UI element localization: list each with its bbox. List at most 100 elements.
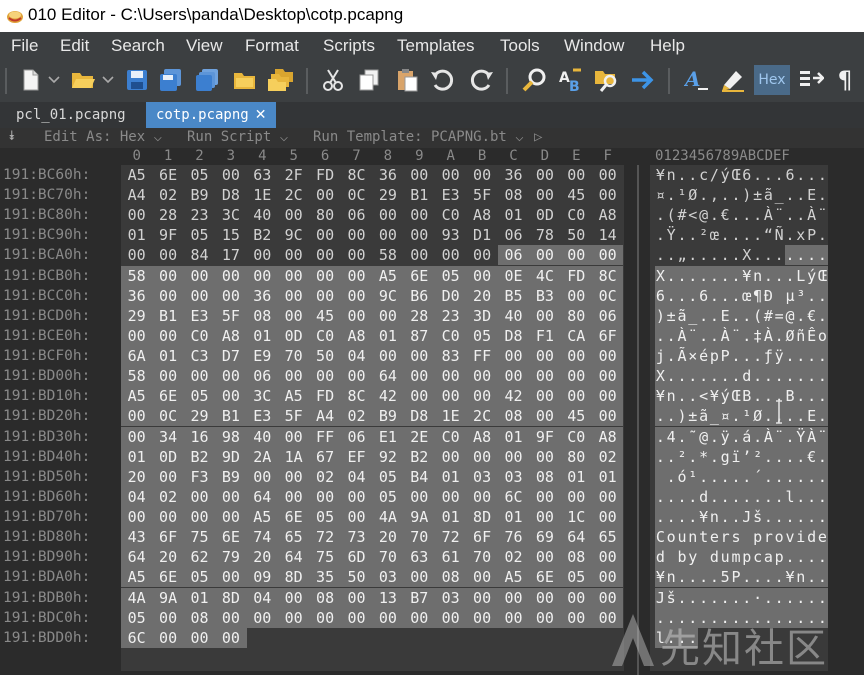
hex-byte[interactable]: 00 — [560, 245, 592, 266]
ascii-char[interactable]: . — [763, 265, 774, 286]
ascii-char[interactable]: . — [687, 386, 699, 407]
hex-editor[interactable]: 0123456789ABCDEF 0123456789ABCDEF 191:BC… — [0, 148, 864, 675]
hex-byte[interactable]: 01 — [121, 446, 153, 467]
hex-byte[interactable]: 00 — [121, 426, 153, 447]
hex-byte[interactable]: 3D — [466, 305, 498, 326]
hex-byte[interactable]: 40 — [246, 426, 278, 447]
ascii-char[interactable]: . — [752, 366, 763, 387]
hex-byte[interactable]: 08 — [309, 587, 341, 608]
ascii-char[interactable] — [655, 466, 666, 487]
hex-byte[interactable]: 00 — [309, 225, 340, 245]
ascii-char[interactable] — [741, 527, 753, 548]
ascii-char[interactable]: À — [676, 325, 688, 346]
ascii-char[interactable]: . — [698, 466, 709, 487]
hex-byte[interactable]: 00 — [152, 245, 183, 265]
hex-byte[interactable]: 6F — [152, 527, 184, 548]
hex-byte[interactable]: 00 — [278, 587, 310, 608]
save-icon[interactable] — [122, 65, 152, 95]
hex-byte[interactable]: B5 — [497, 285, 530, 306]
hex-byte[interactable]: A4 — [309, 406, 341, 427]
ascii-char[interactable]: . — [773, 486, 785, 507]
ascii-char[interactable]: . — [817, 225, 828, 245]
hex-byte[interactable]: 00 — [340, 366, 373, 387]
hex-byte[interactable]: 05 — [184, 165, 215, 185]
ascii-char[interactable]: “ — [763, 225, 774, 245]
highlight-icon[interactable] — [718, 65, 748, 95]
ascii-char[interactable]: / — [709, 165, 720, 185]
ascii-char[interactable]: . — [665, 366, 677, 387]
ascii-char[interactable]: . — [817, 567, 828, 588]
ascii-char[interactable]: . — [763, 406, 774, 427]
hex-byte[interactable]: 08 — [435, 567, 467, 588]
hex-byte[interactable]: 00 — [152, 325, 184, 346]
ascii-char[interactable]: . — [665, 486, 677, 507]
hex-byte[interactable]: 00 — [592, 366, 624, 387]
hex-byte[interactable]: 00 — [529, 185, 560, 205]
hex-byte[interactable]: 2E — [403, 426, 435, 447]
ascii-char[interactable]: . — [665, 507, 677, 528]
ascii-char[interactable]: . — [687, 507, 699, 528]
hex-byte[interactable]: C0 — [435, 205, 466, 225]
hex-byte[interactable]: 01 — [121, 225, 152, 245]
ascii-char[interactable]: . — [730, 587, 742, 608]
hex-byte[interactable]: FD — [560, 265, 592, 286]
menu-scripts[interactable]: Scripts — [323, 36, 375, 56]
hex-mode-button[interactable]: Hex — [754, 65, 790, 95]
hex-byte[interactable]: 00 — [247, 245, 278, 265]
ascii-char[interactable]: . — [677, 225, 688, 245]
hex-byte[interactable]: 01 — [497, 426, 530, 447]
hex-byte[interactable]: 00 — [497, 446, 530, 467]
hex-byte[interactable]: 00 — [529, 486, 561, 507]
hex-byte[interactable]: 00 — [529, 406, 561, 427]
ascii-char[interactable]: œ — [741, 285, 753, 306]
hex-byte[interactable]: B1 — [152, 305, 184, 326]
hex-byte[interactable]: 00 — [529, 346, 561, 367]
menu-format[interactable]: Format — [245, 36, 299, 56]
ascii-char[interactable]: . — [817, 587, 828, 608]
ascii-char[interactable]: P — [730, 567, 742, 588]
ascii-char[interactable]: ÿ — [719, 426, 731, 447]
hex-byte[interactable]: 05 — [372, 466, 404, 487]
ascii-char[interactable]: Ø — [784, 325, 796, 346]
hex-byte[interactable]: 00 — [309, 285, 341, 306]
hex-byte[interactable]: 00 — [560, 486, 592, 507]
hex-byte[interactable]: 15 — [215, 225, 246, 245]
ascii-char[interactable]: ) — [676, 406, 688, 427]
hex-byte[interactable]: 00 — [215, 386, 247, 407]
hex-byte[interactable]: 01 — [592, 466, 624, 487]
ascii-char[interactable]: . — [763, 567, 774, 588]
ascii-char[interactable]: . — [698, 567, 709, 588]
ascii-char[interactable]: . — [730, 406, 742, 427]
ascii-char[interactable]: . — [687, 285, 699, 306]
ascii-char[interactable]: . — [806, 346, 817, 367]
ascii-char[interactable]: . — [709, 245, 720, 265]
pilcrow-icon[interactable]: ¶ — [830, 65, 860, 95]
hex-byte[interactable]: 64 — [246, 486, 278, 507]
hex-byte[interactable]: 01 — [246, 325, 278, 346]
hex-byte[interactable]: 00 — [246, 265, 278, 286]
hex-byte[interactable]: 00 — [403, 607, 435, 628]
hex-byte[interactable]: 6E — [529, 567, 561, 588]
hex-byte[interactable]: 00 — [215, 627, 247, 648]
ascii-char[interactable]: . — [806, 547, 817, 568]
ascii-char[interactable]: o — [773, 527, 785, 548]
hex-byte[interactable]: 2F — [278, 165, 309, 185]
ascii-char[interactable]: . — [709, 285, 720, 306]
hex-byte[interactable]: 63 — [247, 165, 278, 185]
ascii-char[interactable]: . — [741, 305, 753, 326]
ascii-char[interactable]: . — [806, 507, 817, 528]
hex-byte[interactable]: 00 — [183, 366, 216, 387]
hex-byte[interactable]: B2 — [403, 446, 435, 467]
ascii-char[interactable]: À — [806, 426, 817, 447]
hex-byte[interactable]: 04 — [340, 466, 373, 487]
hex-byte[interactable]: 00 — [497, 587, 530, 608]
ascii-char[interactable]: . — [687, 366, 699, 387]
ascii-char[interactable]: . — [795, 305, 807, 326]
open-folder-icon[interactable] — [68, 65, 98, 95]
hex-byte[interactable]: 8C — [592, 265, 624, 286]
hex-byte[interactable]: 00 — [403, 346, 435, 367]
hex-byte[interactable]: 00 — [183, 265, 216, 286]
hex-byte[interactable]: 00 — [529, 165, 560, 185]
ascii-char[interactable]: 6 — [698, 285, 709, 306]
hex-byte[interactable]: 00 — [529, 245, 561, 266]
